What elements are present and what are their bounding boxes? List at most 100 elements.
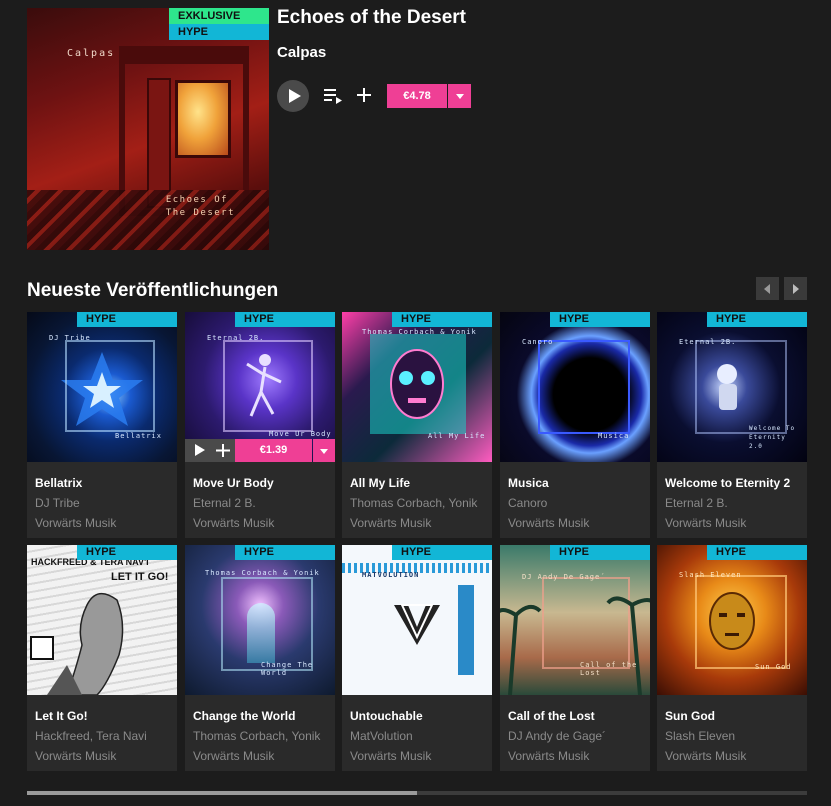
plus-icon xyxy=(216,444,230,457)
hype-badge: HYPE xyxy=(392,312,492,327)
release-label[interactable]: Vorwärts Musik xyxy=(193,749,274,763)
art-pillar xyxy=(147,78,171,208)
add-to-queue-button[interactable] xyxy=(323,87,343,105)
art-title-text: Bellatrix xyxy=(115,432,162,440)
add-to-playlist-button[interactable] xyxy=(355,85,373,105)
art-title-text: Echoes Of The Desert xyxy=(165,195,235,218)
featured-cover-art[interactable]: Calpas Echoes Of The Desert xyxy=(27,8,269,250)
release-card[interactable]: HACKFREED & TERA NAV'I LET IT GO! HYPE L… xyxy=(27,545,177,771)
release-label[interactable]: Vorwärts Musik xyxy=(35,749,116,763)
art-title-text: Call of the Lost xyxy=(580,661,638,677)
hype-badge: HYPE xyxy=(169,24,269,40)
release-artist[interactable]: DJ Tribe xyxy=(35,496,177,510)
release-label[interactable]: Vorwärts Musik xyxy=(350,516,431,530)
price-options-dropdown[interactable] xyxy=(448,84,471,108)
release-title[interactable]: Untouchable xyxy=(350,709,423,723)
release-label[interactable]: Vorwärts Musik xyxy=(35,516,116,530)
plus-icon xyxy=(357,88,371,102)
hype-badge: HYPE xyxy=(550,312,650,327)
release-cover-art[interactable]: Thomas Corbach & Yonik Change The World xyxy=(185,545,335,695)
release-card[interactable]: Eternal 2B. Welcome To Eternity 2.0 HYPE… xyxy=(657,312,807,538)
featured-artist[interactable]: Calpas xyxy=(277,44,326,61)
release-label[interactable]: Vorwärts Musik xyxy=(193,516,274,530)
play-button[interactable] xyxy=(277,80,309,112)
release-label[interactable]: Vorwärts Musik xyxy=(665,749,746,763)
release-title[interactable]: Let It Go! xyxy=(35,709,88,723)
art-artist-text: Slash Eleven xyxy=(679,571,742,579)
queue-icon xyxy=(324,89,342,104)
sun-god-face xyxy=(709,592,755,650)
logo-mark xyxy=(394,604,440,645)
art-artist-text: DJ Andy De Gage´ xyxy=(522,573,606,581)
art-artist-text: Canoro xyxy=(522,338,554,346)
release-label[interactable]: Vorwärts Musik xyxy=(508,749,589,763)
release-title[interactable]: Call of the Lost xyxy=(508,709,595,723)
release-cover-art[interactable]: Canoro Musica xyxy=(500,312,650,462)
release-cover-art[interactable]: Eternal 2B. Move Ur Body €1.39 xyxy=(185,312,335,462)
release-title[interactable]: Bellatrix xyxy=(35,476,82,490)
release-card[interactable]: Slash Eleven Sun God HYPE Sun God Slash … xyxy=(657,545,807,771)
release-card[interactable]: DJ Tribe Bellatrix HYPE Bellatrix DJ Tri… xyxy=(27,312,177,538)
art-title-text: Change The World xyxy=(261,661,314,677)
release-title[interactable]: Welcome to Eternity 2 xyxy=(665,476,790,490)
featured-title[interactable]: Echoes of the Desert xyxy=(277,7,466,29)
scrollbar-thumb[interactable] xyxy=(27,791,417,795)
play-icon xyxy=(195,444,205,456)
play-button[interactable] xyxy=(185,439,211,462)
art-title-text: Musica xyxy=(598,432,630,440)
carousel-next-button[interactable] xyxy=(784,277,807,300)
release-artist[interactable]: Hackfreed, Tera Navi xyxy=(35,729,177,743)
hype-badge: HYPE xyxy=(235,545,335,560)
section-title: Neueste Veröffentlichungen xyxy=(27,280,279,301)
release-label[interactable]: Vorwärts Musik xyxy=(508,516,589,530)
art-title-text: Welcome To Eternity 2.0 xyxy=(749,425,796,450)
release-card[interactable]: MATVOLUTION HYPE Untouchable MatVolution… xyxy=(342,545,492,771)
carousel-scrollbar[interactable] xyxy=(27,791,807,795)
release-card[interactable]: Canoro Musica HYPE Musica Canoro Vorwärt… xyxy=(500,312,650,538)
art-artist-text: Eternal 2B. xyxy=(679,338,737,346)
sketch-figure xyxy=(30,592,124,695)
add-to-playlist-button[interactable] xyxy=(211,439,235,462)
release-artist[interactable]: DJ Andy de Gage´ xyxy=(508,729,650,743)
art-title-text: Sun God xyxy=(755,663,792,671)
release-title[interactable]: Change the World xyxy=(193,709,295,723)
release-title[interactable]: All My Life xyxy=(350,476,410,490)
release-artist[interactable]: Thomas Corbach, Yonik xyxy=(193,729,335,743)
release-title[interactable]: Musica xyxy=(508,476,549,490)
release-cover-art[interactable]: MATVOLUTION xyxy=(342,545,492,695)
release-artist[interactable]: Thomas Corbach, Yonik xyxy=(350,496,492,510)
release-title[interactable]: Move Ur Body xyxy=(193,476,274,490)
release-card[interactable]: Thomas Corbach & Yonik All My Life HYPE … xyxy=(342,312,492,538)
art-artist-text: Thomas Corbach & Yonik xyxy=(205,569,320,577)
release-cover-art[interactable]: DJ Tribe Bellatrix xyxy=(27,312,177,462)
release-artist[interactable]: Eternal 2 B. xyxy=(665,496,807,510)
hype-badge: HYPE xyxy=(392,545,492,560)
release-title[interactable]: Sun God xyxy=(665,709,715,723)
art-sunset-window xyxy=(175,80,231,158)
release-card[interactable]: DJ Andy De Gage´ Call of the Lost HYPE C… xyxy=(500,545,650,771)
release-card[interactable]: Eternal 2B. Move Ur Body €1.39 HYPE Move… xyxy=(185,312,335,538)
release-artist[interactable]: Slash Eleven xyxy=(665,729,807,743)
hype-badge: HYPE xyxy=(77,545,177,560)
release-label[interactable]: Vorwärts Musik xyxy=(665,516,746,530)
art-title-text: All My Life xyxy=(428,432,486,440)
release-cover-art[interactable]: Eternal 2B. Welcome To Eternity 2.0 xyxy=(657,312,807,462)
release-cover-art[interactable]: HACKFREED & TERA NAV'I LET IT GO! xyxy=(27,545,177,695)
hype-badge: HYPE xyxy=(235,312,335,327)
release-cover-art[interactable]: Slash Eleven Sun God xyxy=(657,545,807,695)
release-artist[interactable]: Canoro xyxy=(508,496,650,510)
play-icon xyxy=(289,89,301,103)
release-artist[interactable]: Eternal 2 B. xyxy=(193,496,335,510)
art-artist-text: Thomas Corbach & Yonik xyxy=(362,328,477,336)
release-artist[interactable]: MatVolution xyxy=(350,729,492,743)
release-cover-art[interactable]: DJ Andy De Gage´ Call of the Lost xyxy=(500,545,650,695)
release-cover-art[interactable]: Thomas Corbach & Yonik All My Life xyxy=(342,312,492,462)
release-card[interactable]: Thomas Corbach & Yonik Change The World … xyxy=(185,545,335,771)
buy-price-button[interactable]: €1.39 xyxy=(235,439,312,462)
price-options-dropdown[interactable] xyxy=(313,439,335,462)
buy-price-button[interactable]: €4.78 xyxy=(387,84,447,108)
carousel-prev-button[interactable] xyxy=(756,277,779,300)
art-portal xyxy=(247,603,275,663)
exclusive-badge: EXKLUSIVE xyxy=(169,8,269,24)
release-label[interactable]: Vorwärts Musik xyxy=(350,749,431,763)
